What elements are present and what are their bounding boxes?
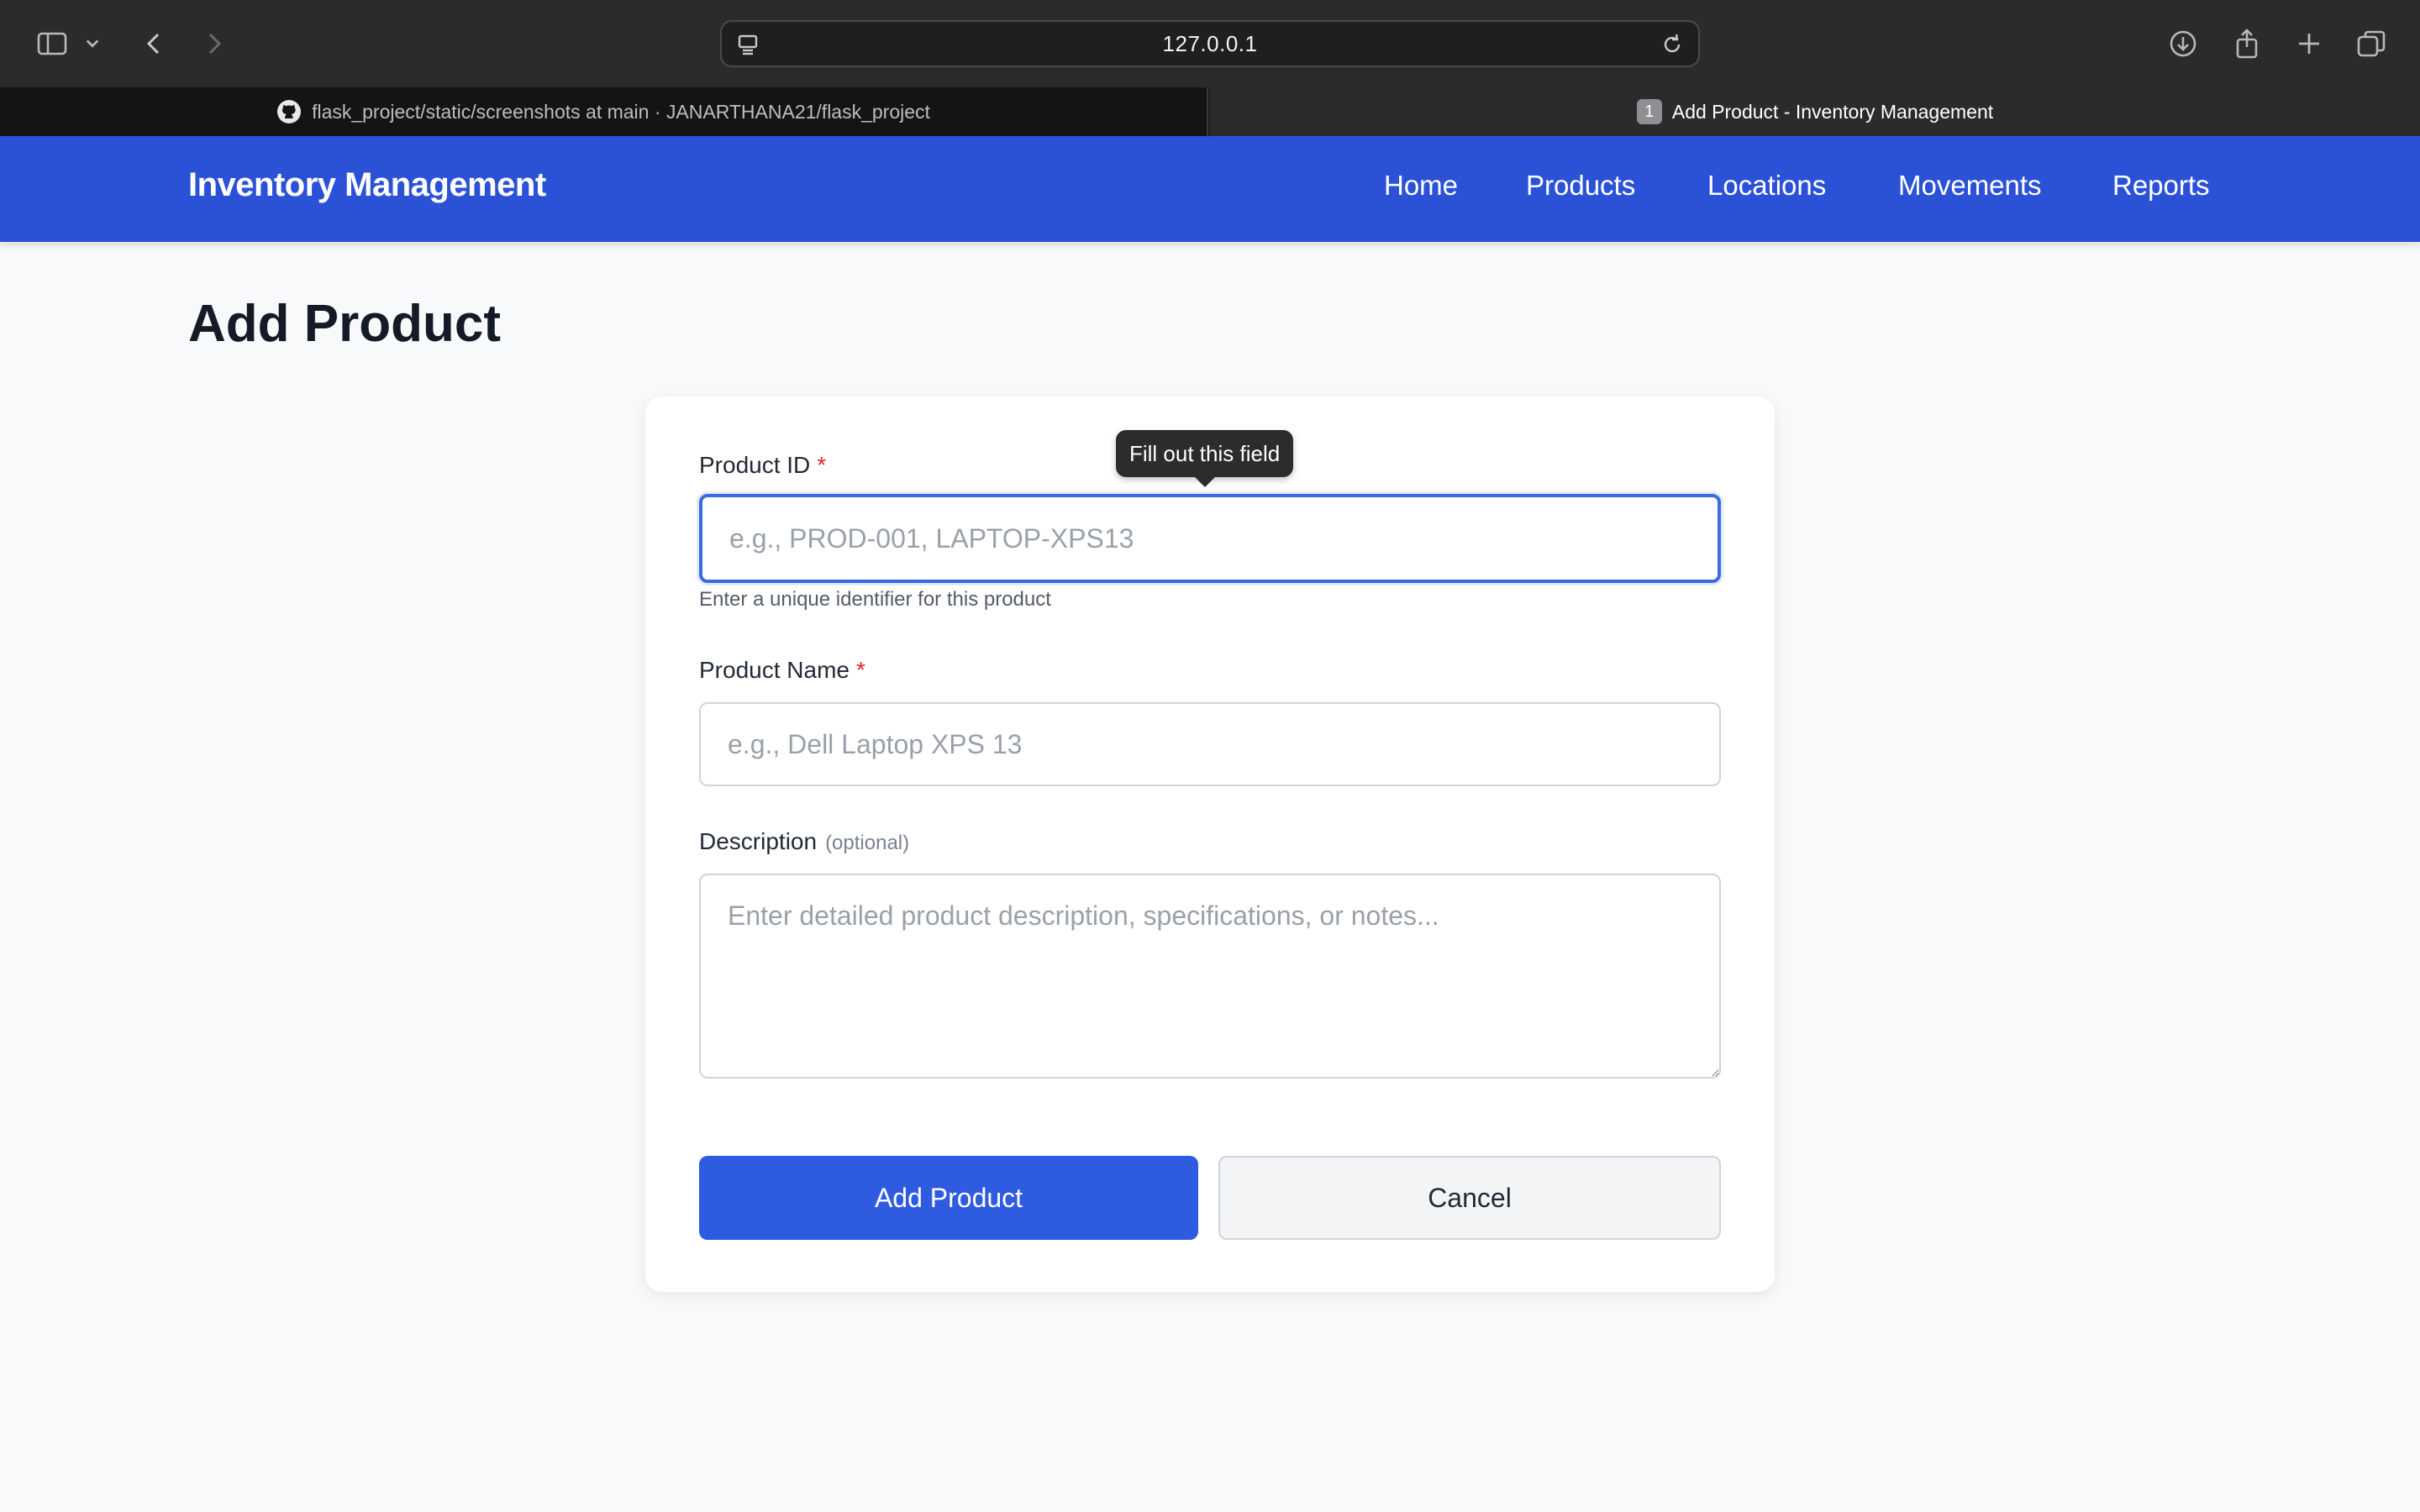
tab-title: Add Product - Inventory Management bbox=[1671, 100, 1994, 123]
nav-locations[interactable]: Locations bbox=[1707, 170, 1826, 202]
browser-tab-github[interactable]: flask_project/static/screenshots at main… bbox=[0, 87, 1208, 136]
product-name-label-text: Product Name bbox=[699, 657, 850, 683]
download-icon[interactable] bbox=[2161, 22, 2205, 66]
reload-icon[interactable] bbox=[1658, 30, 1686, 59]
product-id-hint: Enter a unique identifier for this produ… bbox=[699, 588, 1051, 611]
validation-tooltip: Fill out this field bbox=[1116, 430, 1294, 487]
app-navbar: Inventory Management Home Products Locat… bbox=[0, 136, 2420, 242]
optional-tag: (optional) bbox=[825, 832, 910, 854]
browser-toolbar: 127.0.0.1 bbox=[0, 0, 2420, 87]
product-name-input[interactable] bbox=[699, 702, 1721, 786]
description-label-text: Description bbox=[699, 828, 818, 854]
description-textarea[interactable] bbox=[699, 874, 1721, 1079]
nav-home[interactable]: Home bbox=[1384, 170, 1458, 202]
sidebar-icon[interactable] bbox=[30, 22, 74, 66]
nav-products[interactable]: Products bbox=[1526, 170, 1635, 202]
chevron-down-icon[interactable] bbox=[77, 22, 108, 66]
tab-title: flask_project/static/screenshots at main… bbox=[312, 100, 930, 123]
required-mark: * bbox=[855, 657, 865, 683]
github-icon bbox=[277, 100, 302, 123]
brand-logo[interactable]: Inventory Management bbox=[188, 166, 546, 204]
product-id-input[interactable] bbox=[699, 494, 1721, 583]
browser-tab-active[interactable]: 1 Add Product - Inventory Management bbox=[1210, 87, 2420, 136]
required-mark: * bbox=[817, 452, 827, 478]
add-product-button[interactable]: Add Product bbox=[699, 1156, 1198, 1240]
tab-overview-icon[interactable] bbox=[2349, 22, 2393, 66]
page-title: Add Product bbox=[188, 295, 501, 353]
tab-strip: flask_project/static/screenshots at main… bbox=[0, 87, 2420, 136]
product-id-label: Product ID * bbox=[699, 452, 826, 479]
product-id-label-text: Product ID bbox=[699, 452, 811, 478]
description-label: Description (optional) bbox=[699, 828, 909, 855]
nav-reports[interactable]: Reports bbox=[2112, 170, 2210, 202]
cancel-button[interactable]: Cancel bbox=[1218, 1156, 1721, 1240]
tab-number-badge: 1 bbox=[1636, 99, 1662, 124]
forward-icon[interactable] bbox=[192, 22, 235, 66]
new-tab-icon[interactable] bbox=[2287, 22, 2331, 66]
url-text[interactable]: 127.0.0.1 bbox=[1163, 31, 1258, 57]
back-icon[interactable] bbox=[133, 22, 176, 66]
share-icon[interactable] bbox=[2225, 22, 2269, 66]
add-product-form: Product ID* Enter a unique identifier fo… bbox=[645, 396, 1775, 1292]
product-name-label: Product Name * bbox=[699, 657, 865, 684]
page-menu-icon[interactable] bbox=[734, 30, 762, 59]
nav-movements[interactable]: Movements bbox=[1898, 170, 2042, 202]
address-bar[interactable]: 127.0.0.1 bbox=[720, 20, 1700, 67]
